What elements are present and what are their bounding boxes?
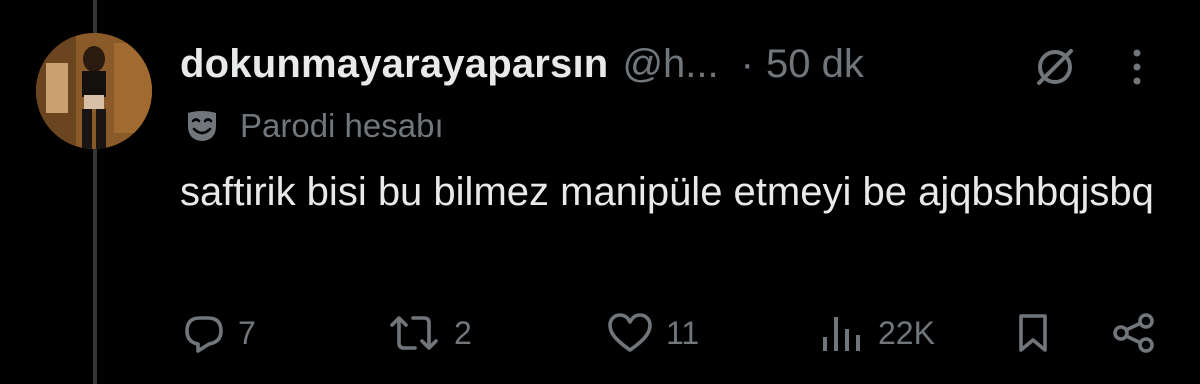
reply-button[interactable]: 7 (182, 303, 256, 363)
views-button[interactable]: 22K (818, 303, 935, 363)
bookmark-icon (1019, 314, 1047, 352)
user-handle[interactable]: @h... (622, 42, 718, 87)
avatar-image (36, 33, 152, 149)
like-button[interactable]: 11 (606, 303, 699, 363)
account-label: Parodi hesabı (240, 107, 444, 144)
tweet[interactable]: dokunmayarayaparsın @h... · 50 dk Parodi… (0, 0, 1200, 384)
view-count: 22K (878, 314, 935, 351)
share-icon (1113, 313, 1154, 353)
repost-count: 2 (454, 314, 472, 351)
views-icon (823, 317, 860, 351)
display-name[interactable]: dokunmayarayaparsın (180, 42, 608, 87)
share-button[interactable] (1110, 303, 1158, 363)
parody-mask-icon (188, 111, 216, 141)
action-bar: 7 2 11 22K (0, 303, 1200, 363)
bookmark-button[interactable] (1016, 303, 1050, 363)
repost-button[interactable]: 2 (386, 303, 472, 363)
tweet-header: dokunmayarayaparsın @h... · 50 dk (180, 38, 864, 90)
tweet-text: saftirik bisi bu bilmez manipüle etmeyi … (180, 170, 1154, 214)
reply-count: 7 (238, 314, 256, 351)
parody-label: Parodi hesabı (184, 104, 444, 148)
like-icon (608, 313, 652, 352)
separator-dot: · (740, 41, 754, 86)
grok-icon[interactable] (1030, 42, 1080, 92)
timestamp[interactable]: 50 dk (766, 42, 864, 87)
reply-icon (185, 316, 223, 353)
repost-icon (390, 316, 438, 350)
avatar[interactable] (36, 33, 152, 149)
like-count: 11 (666, 314, 700, 351)
more-icon[interactable] (1122, 44, 1152, 90)
